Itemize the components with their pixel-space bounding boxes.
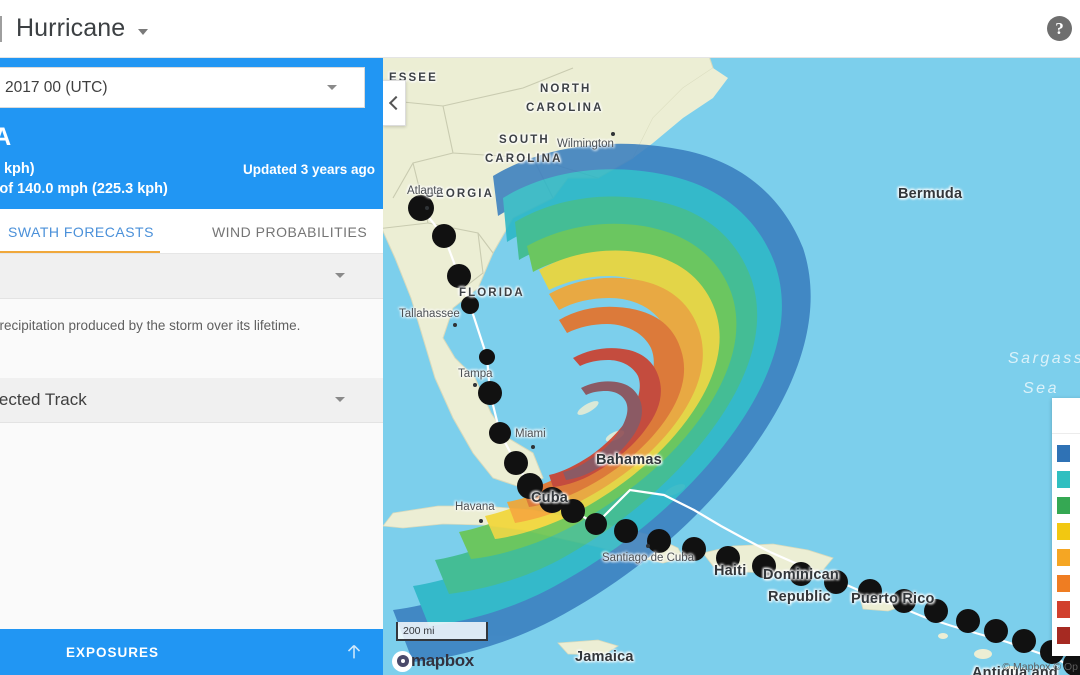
map-city-dot <box>425 206 429 210</box>
accordion-spacer <box>0 354 383 378</box>
accordion-description-swath: tal precipitation produced by the storm … <box>0 318 301 333</box>
app-topbar: Hurricane ? <box>0 0 1080 58</box>
legend-swatch <box>1057 548 1070 566</box>
date-select-bar: 2017 00 (UTC) <box>0 58 383 117</box>
mapbox-wordmark: mapbox <box>411 651 474 670</box>
legend-row <box>1052 518 1080 544</box>
chevron-left-icon <box>388 95 403 111</box>
help-icon[interactable]: ? <box>1047 16 1072 41</box>
legend-row <box>1052 492 1080 518</box>
legend-swatch <box>1057 600 1070 618</box>
legend-rows <box>1052 434 1080 648</box>
sidebar-filler <box>0 423 383 613</box>
legend-swatch <box>1057 574 1070 592</box>
map-scale-bar: 200 mi <box>396 622 488 641</box>
exposures-label: EXPOSURES <box>66 644 160 660</box>
legend-swatch <box>1057 470 1070 488</box>
tab-wind-probabilities[interactable]: WIND PROBABILITIES <box>212 224 367 253</box>
legend-row <box>1052 466 1080 492</box>
hurricane-map[interactable]: ESSEE NORTH CAROLINA SOUTH CAROLINA GEORGIA FL… <box>383 58 1080 675</box>
sidebar-tabs: SWATH FORECASTS WIND PROBABILITIES <box>0 209 383 254</box>
storm-winds: Winds of 140.0 mph (225.3 kph) <box>0 181 168 197</box>
collapse-sidebar-button[interactable] <box>383 80 406 126</box>
map-city-dot <box>453 323 457 327</box>
hurricane-app: Hurricane ? 2017 00 (UTC) MA h (24.1 kph… <box>0 0 1080 675</box>
map-city-dot <box>646 544 650 548</box>
chevron-down-icon <box>327 85 337 90</box>
topbar-left-rule <box>0 15 2 42</box>
storm-speed: h (24.1 kph) <box>0 161 35 177</box>
storm-name: MA <box>0 123 12 151</box>
chevron-down-icon[interactable] <box>138 28 149 35</box>
legend-swatch <box>1057 444 1070 462</box>
map-attribution[interactable]: © Mapbox © Op <box>1002 661 1078 673</box>
arrow-up-icon <box>347 645 361 659</box>
exposures-bar[interactable]: EXPOSURES <box>0 629 383 675</box>
date-select[interactable]: 2017 00 (UTC) <box>0 67 365 108</box>
map-city-dot <box>479 519 483 523</box>
tab-swath-forecasts[interactable]: SWATH FORECASTS <box>0 224 160 253</box>
storm-summary-panel: MA h (24.1 kph) Winds of 140.0 mph (225.… <box>0 117 383 209</box>
sidebar-accordion: ath tal precipitation produced by the st… <box>0 254 383 613</box>
storm-updated-timestamp: Updated 3 years ago <box>242 162 375 177</box>
legend-swatch <box>1057 496 1070 514</box>
chevron-down-icon <box>335 273 345 278</box>
legend-row <box>1052 622 1080 648</box>
page-title: Hurricane <box>16 14 126 42</box>
accordion-body-swath: tal precipitation produced by the storm … <box>0 299 383 354</box>
legend-swatch <box>1057 626 1070 644</box>
map-city-dot <box>531 445 535 449</box>
legend-swatch <box>1057 522 1070 540</box>
map-canvas <box>383 58 1080 675</box>
chevron-down-icon <box>335 397 345 402</box>
map-legend <box>1052 398 1080 656</box>
accordion-title-projected-track: rojected Track <box>0 390 87 409</box>
legend-row <box>1052 440 1080 466</box>
map-city-dot <box>611 132 615 136</box>
map-city-dot <box>473 383 477 387</box>
mapbox-logo[interactable]: mapbox <box>392 650 474 672</box>
date-select-value: 2017 00 (UTC) <box>5 78 108 96</box>
accordion-header-projected-track[interactable]: rojected Track <box>0 378 383 423</box>
mapbox-mark-icon <box>392 650 413 672</box>
legend-row <box>1052 596 1080 622</box>
sidebar: 2017 00 (UTC) MA h (24.1 kph) Winds of 1… <box>0 58 383 675</box>
accordion-header-swath[interactable]: ath <box>0 254 383 299</box>
legend-header <box>1052 398 1080 434</box>
legend-row <box>1052 570 1080 596</box>
legend-row <box>1052 544 1080 570</box>
